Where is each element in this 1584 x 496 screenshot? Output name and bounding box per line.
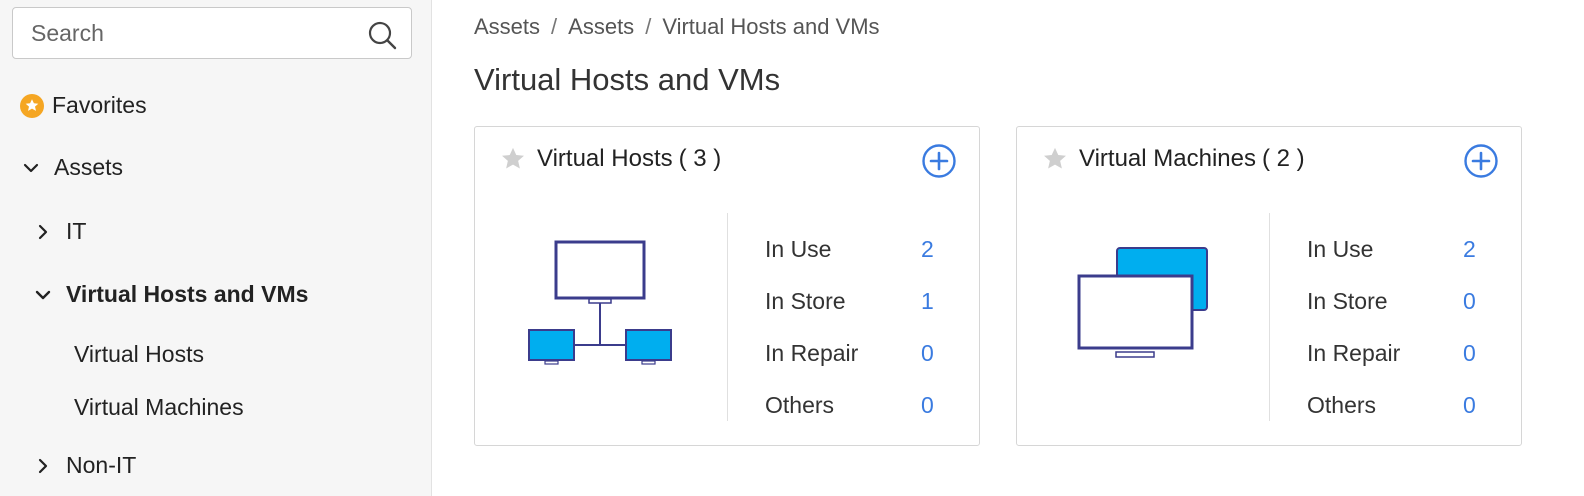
app-window: Favorites Assets IT Virtual Hosts and VM… [0,0,1584,496]
sidebar-item-label: Non-IT [66,452,137,478]
status-label: In Store [765,287,846,314]
status-label: In Repair [765,339,859,366]
star-icon[interactable] [499,145,527,173]
status-list: In Use 2 In Store 1 In Repair 0 Others 0 [765,223,934,431]
sidebar-item-label: Virtual Hosts [74,341,204,367]
chevron-right-icon[interactable] [32,455,54,477]
page-title: Virtual Hosts and VMs [474,62,781,97]
add-circle-icon[interactable] [1463,143,1499,179]
sidebar-item-label: Assets [54,154,124,180]
card-divider [727,213,728,421]
sidebar-item-virtual-hosts[interactable]: Virtual Hosts [74,341,204,368]
chevron-down-icon[interactable] [20,157,42,179]
sidebar-item-favorites[interactable]: Favorites [20,92,147,119]
status-count-link[interactable]: 0 [1463,288,1476,315]
status-row-in-store: In Store 0 [1307,275,1476,327]
status-label: In Use [765,235,832,262]
virtual-hosts-card: Virtual Hosts ( 3 ) In Use 2 In Store 1 … [474,126,980,446]
card-header: Virtual Machines ( 2 ) [1041,145,1305,173]
status-row-others: Others 0 [1307,379,1476,431]
card-count: ( 3 ) [678,145,722,172]
breadcrumb: Assets / Assets / Virtual Hosts and VMs [474,14,880,40]
sidebar-item-label: Virtual Machines [74,394,244,420]
sidebar-item-it[interactable]: IT [32,218,86,245]
status-label: In Store [1307,287,1388,314]
status-row-in-store: In Store 1 [765,275,934,327]
card-header: Virtual Hosts ( 3 ) [499,145,721,173]
sidebar: Favorites Assets IT Virtual Hosts and VM… [0,0,432,496]
search-input[interactable] [13,19,353,47]
breadcrumb-separator: / [645,14,652,39]
breadcrumb-item[interactable]: Assets [568,14,634,40]
search-icon[interactable] [367,20,397,50]
status-label: Others [765,391,835,418]
breadcrumb-separator: / [551,14,558,39]
sidebar-item-assets[interactable]: Assets [20,154,123,181]
status-label: In Use [1307,235,1374,262]
card-count: ( 2 ) [1261,145,1305,172]
sidebar-item-virtual-machines[interactable]: Virtual Machines [74,394,244,421]
card-title[interactable]: Virtual Machines [1079,145,1256,173]
chevron-right-icon[interactable] [32,221,54,243]
status-label: In Repair [1307,339,1401,366]
virtual-machines-icon [1077,247,1208,358]
status-row-in-repair: In Repair 0 [765,327,934,379]
status-count-link[interactable]: 0 [1463,392,1476,419]
status-count-link[interactable]: 0 [1463,340,1476,367]
breadcrumb-item[interactable]: Assets [474,14,540,40]
status-row-in-use: In Use 2 [765,223,934,275]
status-count-link[interactable]: 0 [921,392,934,419]
sidebar-item-non-it[interactable]: Non-IT [32,452,136,479]
sidebar-item-label: IT [66,218,87,244]
status-row-in-repair: In Repair 0 [1307,327,1476,379]
status-label: Others [1307,391,1377,418]
status-list: In Use 2 In Store 0 In Repair 0 Others 0 [1307,223,1476,431]
breadcrumb-item-current: Virtual Hosts and VMs [662,14,880,39]
virtual-host-network-icon [528,240,672,365]
status-count-link[interactable]: 2 [1463,236,1476,263]
card-divider [1269,213,1270,421]
add-circle-icon[interactable] [921,143,957,179]
star-icon[interactable] [1041,145,1069,173]
status-count-link[interactable]: 0 [921,340,934,367]
favorites-star-icon [20,93,44,118]
virtual-machines-card: Virtual Machines ( 2 ) In Use 2 In Store… [1016,126,1522,446]
status-count-link[interactable]: 2 [921,236,934,263]
status-row-in-use: In Use 2 [1307,223,1476,275]
status-row-others: Others 0 [765,379,934,431]
chevron-down-icon[interactable] [32,284,54,306]
sidebar-item-virtual-hosts-and-vms[interactable]: Virtual Hosts and VMs [32,281,308,308]
card-title[interactable]: Virtual Hosts [537,145,673,173]
main-content: Assets / Assets / Virtual Hosts and VMs … [432,0,1584,496]
sidebar-item-label: Virtual Hosts and VMs [66,281,309,307]
sidebar-item-label: Favorites [52,92,147,118]
status-count-link[interactable]: 1 [921,288,934,315]
search-box[interactable] [12,7,412,59]
